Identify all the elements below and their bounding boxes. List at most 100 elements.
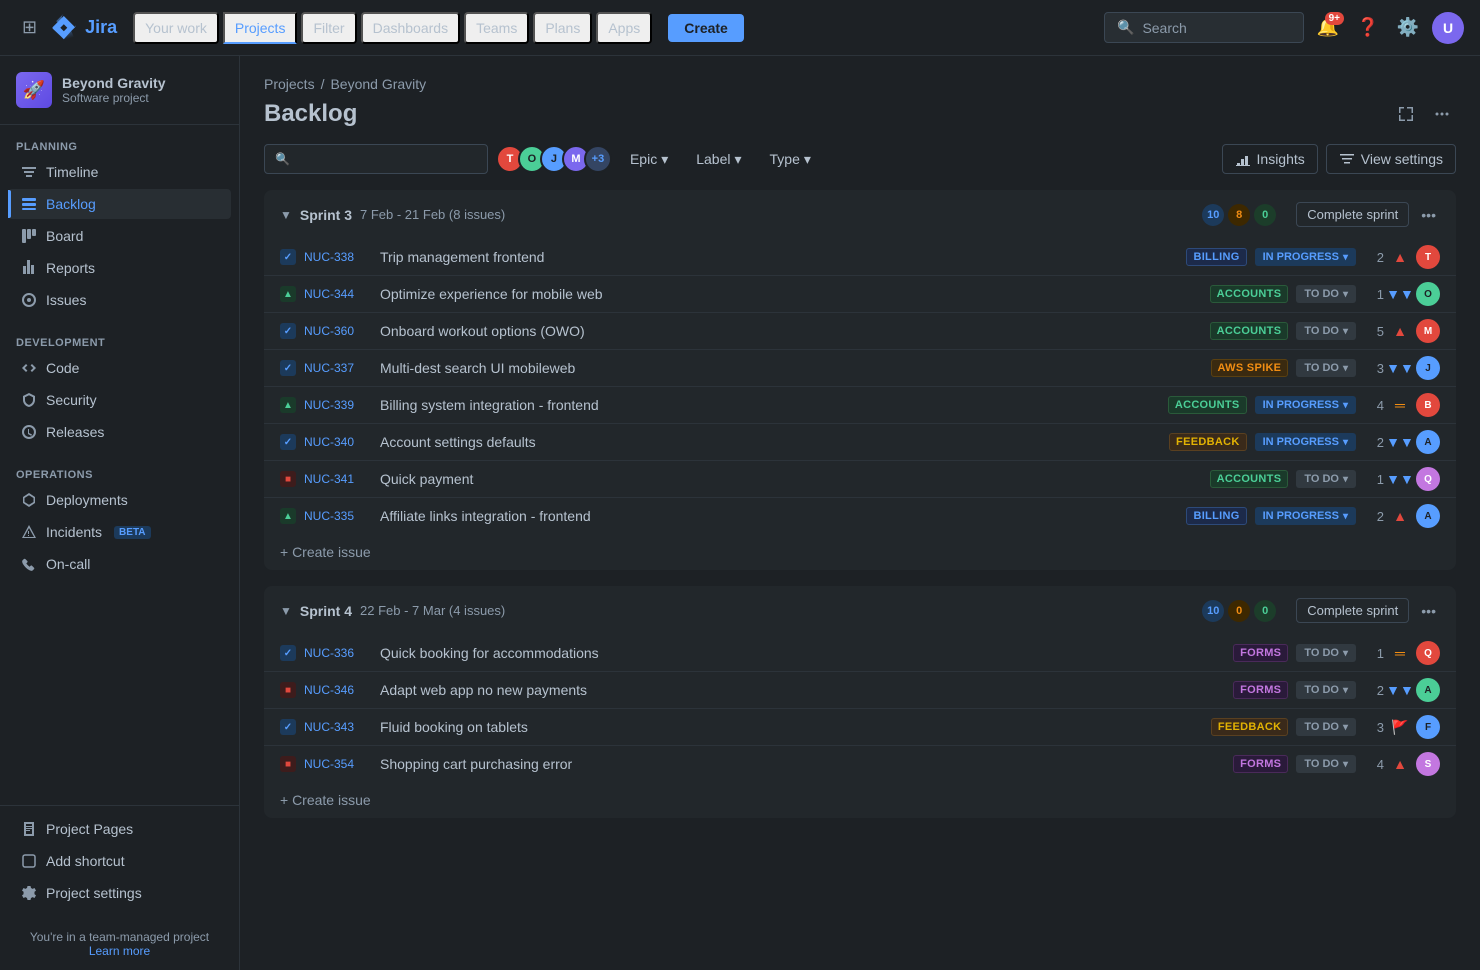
issue-label[interactable]: ACCOUNTS [1210,285,1289,303]
sidebar-item-project-pages[interactable]: Project Pages [8,814,231,844]
sidebar-item-deployments[interactable]: Deployments [8,485,231,515]
issue-status[interactable]: IN PROGRESS ▾ [1255,433,1356,451]
search-input[interactable] [296,151,477,167]
view-settings-button[interactable]: View settings [1326,144,1456,174]
issue-title: Shopping cart purchasing error [380,756,1225,772]
issue-label[interactable]: FEEDBACK [1211,718,1289,736]
sprint4-header[interactable]: ▼ Sprint 4 22 Feb - 7 Mar (4 issues) 10 … [264,586,1456,635]
expand-button[interactable] [1392,100,1420,128]
issue-status[interactable]: TO DO ▾ [1296,359,1356,377]
search-box[interactable]: 🔍 Search [1104,12,1304,43]
table-row[interactable]: ✓ NUC-336 Quick booking for accommodatio… [264,635,1456,672]
issue-status[interactable]: TO DO ▾ [1296,681,1356,699]
more-options-button[interactable] [1428,100,1456,128]
sprint3-complete-button[interactable]: Complete sprint [1296,202,1409,227]
issue-key: NUC-337 [304,361,372,375]
status-badge: IN PROGRESS ▾ [1255,248,1356,266]
nav-your-work[interactable]: Your work [133,12,219,44]
nav-teams[interactable]: Teams [464,12,529,44]
issue-status[interactable]: TO DO ▾ [1296,322,1356,340]
issue-title: Account settings defaults [380,434,1161,450]
table-row[interactable]: ▲ NUC-339 Billing system integration - f… [264,387,1456,424]
sidebar-item-timeline[interactable]: Timeline [8,157,231,187]
issue-type-icon: ■ [280,471,296,487]
table-row[interactable]: ✓ NUC-337 Multi-dest search UI mobileweb… [264,350,1456,387]
avatar-more[interactable]: +3 [584,145,612,173]
sprint4-create-issue[interactable]: + Create issue [264,782,1456,818]
footer-link[interactable]: Learn more [89,944,150,958]
sidebar-item-label: Code [46,360,79,376]
sidebar-item-releases[interactable]: Releases [8,417,231,447]
issue-label[interactable]: FEEDBACK [1169,433,1247,451]
table-row[interactable]: ✓ NUC-340 Account settings defaults FEED… [264,424,1456,461]
settings-button[interactable]: ⚙️ [1392,12,1424,44]
sprint3-more-button[interactable]: ••• [1417,203,1440,227]
sprint4-complete-button[interactable]: Complete sprint [1296,598,1409,623]
issue-label[interactable]: FORMS [1233,755,1288,773]
issue-status[interactable]: TO DO ▾ [1296,470,1356,488]
sprint4-toggle[interactable]: ▼ [280,604,292,618]
sidebar-bottom: Project Pages Add shortcut Project setti… [0,805,239,918]
issue-label[interactable]: ACCOUNTS [1168,396,1247,414]
issues-icon [20,291,38,309]
logo[interactable]: Jira [51,14,117,42]
issue-label[interactable]: ACCOUNTS [1210,470,1289,488]
sidebar-item-backlog[interactable]: Backlog [8,189,231,219]
label-filter[interactable]: Label ▾ [686,145,751,174]
releases-icon [20,423,38,441]
notifications-button[interactable]: 🔔 9+ [1312,12,1344,44]
type-filter[interactable]: Type ▾ [760,145,821,174]
issue-status[interactable]: TO DO ▾ [1296,285,1356,303]
issue-label[interactable]: BILLING [1186,507,1246,525]
sprint4-more-button[interactable]: ••• [1417,599,1440,623]
issue-label[interactable]: FORMS [1233,644,1288,662]
sidebar-item-security[interactable]: Security [8,385,231,415]
table-row[interactable]: ✓ NUC-338 Trip management frontend BILLI… [264,239,1456,276]
issue-label[interactable]: ACCOUNTS [1210,322,1289,340]
epic-filter[interactable]: Epic ▾ [620,145,678,174]
sidebar-item-project-settings[interactable]: Project settings [8,878,231,908]
nav-dashboards[interactable]: Dashboards [361,12,461,44]
sidebar-item-reports[interactable]: Reports [8,253,231,283]
sprint3-toggle[interactable]: ▼ [280,208,292,222]
sidebar-item-label: Reports [46,260,95,276]
sidebar-item-code[interactable]: Code [8,353,231,383]
issue-status[interactable]: TO DO ▾ [1296,718,1356,736]
user-avatar[interactable]: U [1432,12,1464,44]
issue-label[interactable]: BILLING [1186,248,1246,266]
sprint3-create-issue[interactable]: + Create issue [264,534,1456,570]
help-button[interactable]: ❓ [1352,12,1384,44]
insights-button[interactable]: Insights [1222,144,1318,174]
nav-projects[interactable]: Projects [223,12,298,44]
nav-plans[interactable]: Plans [533,12,592,44]
sidebar-item-add-shortcut[interactable]: Add shortcut [8,846,231,876]
table-row[interactable]: ■ NUC-346 Adapt web app no new payments … [264,672,1456,709]
issue-status[interactable]: IN PROGRESS ▾ [1255,507,1356,525]
table-row[interactable]: ✓ NUC-360 Onboard workout options (OWO) … [264,313,1456,350]
sidebar-item-issues[interactable]: Issues [8,285,231,315]
operations-label: OPERATIONS [8,469,231,485]
issue-label[interactable]: FORMS [1233,681,1288,699]
issue-search[interactable]: 🔍 [264,144,488,174]
grid-icon[interactable]: ⊞ [16,11,43,44]
breadcrumb-project[interactable]: Beyond Gravity [330,76,426,92]
nav-filter[interactable]: Filter [301,12,356,44]
sprint3-header[interactable]: ▼ Sprint 3 7 Feb - 21 Feb (8 issues) 10 … [264,190,1456,239]
table-row[interactable]: ▲ NUC-344 Optimize experience for mobile… [264,276,1456,313]
sidebar-item-label: Backlog [46,196,96,212]
issue-status[interactable]: IN PROGRESS ▾ [1255,396,1356,414]
table-row[interactable]: ■ NUC-354 Shopping cart purchasing error… [264,746,1456,782]
nav-apps[interactable]: Apps [596,12,652,44]
breadcrumb-projects[interactable]: Projects [264,76,315,92]
table-row[interactable]: ✓ NUC-343 Fluid booking on tablets FEEDB… [264,709,1456,746]
table-row[interactable]: ▲ NUC-335 Affiliate links integration - … [264,498,1456,534]
table-row[interactable]: ■ NUC-341 Quick payment ACCOUNTS TO DO ▾… [264,461,1456,498]
create-button[interactable]: Create [668,14,744,42]
issue-status[interactable]: TO DO ▾ [1296,755,1356,773]
issue-status[interactable]: TO DO ▾ [1296,644,1356,662]
sidebar-item-incidents[interactable]: Incidents BETA [8,517,231,547]
issue-label[interactable]: AWS SPIKE [1211,359,1289,377]
issue-status[interactable]: IN PROGRESS ▾ [1255,248,1356,266]
sidebar-item-oncall[interactable]: On-call [8,549,231,579]
sidebar-item-board[interactable]: Board [8,221,231,251]
